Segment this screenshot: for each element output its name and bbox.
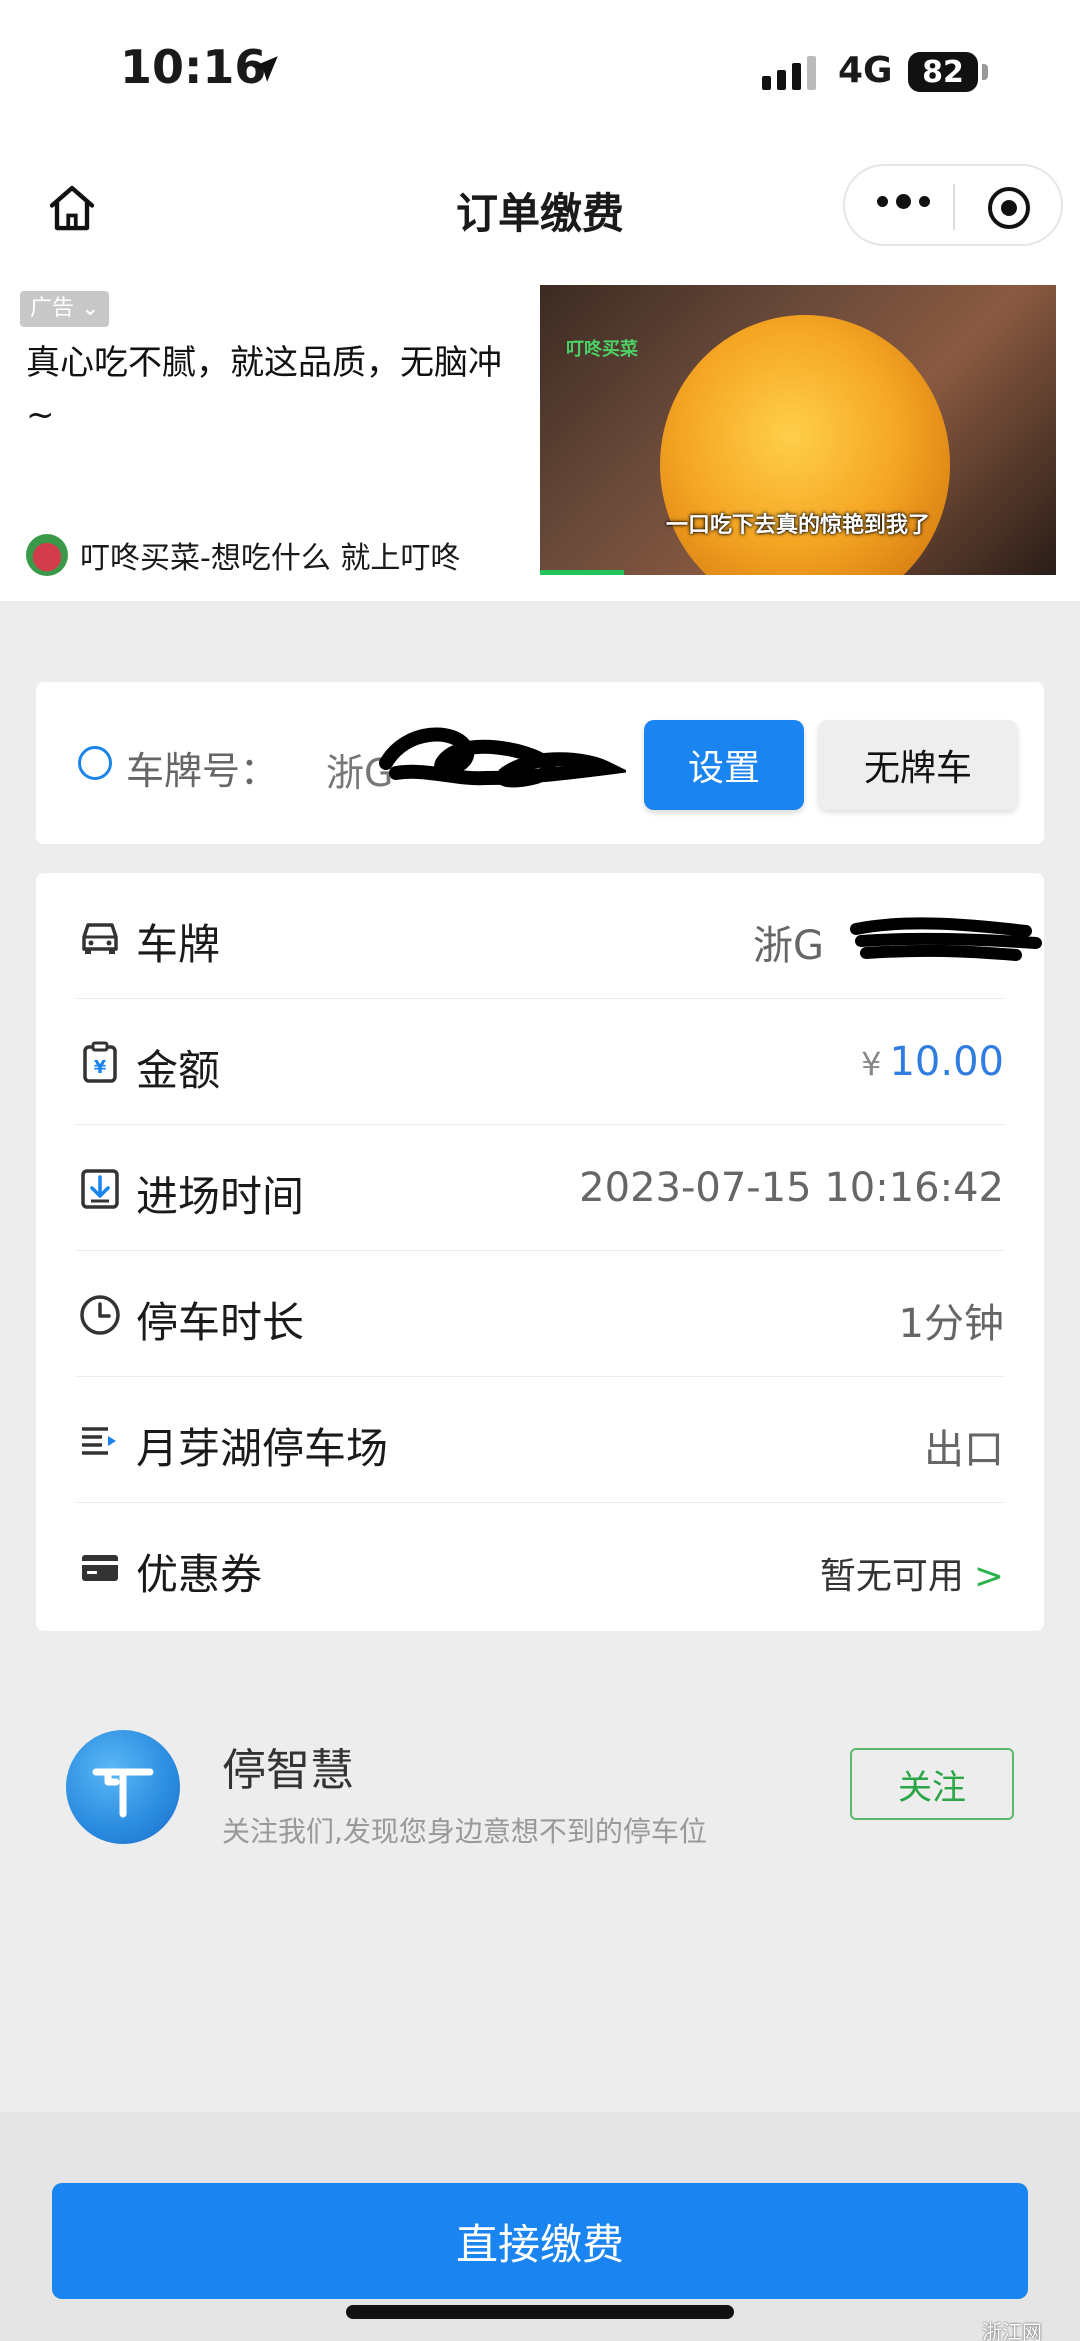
list-icon — [82, 1427, 116, 1455]
ad-banner[interactable]: 广告 ⌄ 真心吃不腻，就这品质，无脑冲~ 叮咚买菜-想吃什么 就上叮咚 叮咚买菜… — [0, 285, 1080, 601]
follow-section: 停智慧 关注我们,发现您身边意想不到的停车位 关注 — [0, 1700, 1080, 1900]
ad-brand-name: 叮咚买菜-想吃什么 就上叮咚 — [80, 541, 461, 576]
row-plate: 车牌 浙G — [76, 873, 1042, 999]
signal-icon — [762, 56, 816, 90]
set-button[interactable]: 设置 — [644, 720, 804, 810]
row-coupon-label: 优惠券 — [136, 1550, 263, 1599]
plate-radio[interactable] — [78, 746, 112, 780]
plate-card: 车牌号： 浙G 设置 无牌车 — [36, 682, 1044, 844]
row-coupon-value[interactable]: 暂无可用 > — [820, 1547, 1004, 1599]
follow-name: 停智慧 — [222, 1745, 354, 1796]
mini-program-capsule — [843, 164, 1063, 246]
video-progress — [540, 570, 624, 575]
tingzhihui-logo — [66, 1730, 180, 1844]
ad-image-logo: 叮咚买菜 — [566, 339, 638, 360]
chevron-right-icon: > — [973, 1556, 1004, 1597]
row-parking-lot: 月芽湖停车场 出口 — [76, 1377, 1004, 1503]
logo-glyph-icon — [92, 1768, 154, 1818]
redaction-scribble — [379, 727, 626, 788]
row-amount-value: ¥10.00 — [861, 1039, 1004, 1085]
follow-button[interactable]: 关注 — [850, 1748, 1014, 1820]
ad-badge[interactable]: 广告 ⌄ — [20, 291, 110, 327]
battery-icon: 82 — [908, 52, 978, 92]
row-parking-lot-value: 出口 — [924, 1427, 1004, 1473]
pay-button[interactable]: 直接缴费 — [52, 2183, 1028, 2299]
ad-brand[interactable]: 叮咚买菜-想吃什么 就上叮咚 — [26, 533, 460, 577]
status-bar: 10:16 4G 82 — [0, 0, 1080, 150]
amount-number: 10.00 — [889, 1039, 1004, 1085]
ad-badge-label: 广告 — [30, 296, 75, 321]
plate-label: 车牌号： — [126, 749, 279, 793]
row-entry-time-value: 2023-07-15 10:16:42 — [579, 1165, 1004, 1211]
row-plate-label: 车牌 — [136, 920, 221, 969]
battery-level: 82 — [922, 54, 964, 90]
ad-image-caption: 一口吃下去真的惊艳到我了 — [665, 513, 930, 538]
ad-image[interactable]: 叮咚买菜 一口吃下去真的惊艳到我了 — [540, 285, 1056, 575]
capsule-divider — [953, 184, 955, 230]
more-icon[interactable] — [877, 194, 930, 209]
amount-icon: ¥ — [83, 1041, 117, 1083]
ad-text: 真心吃不腻，就这品质，无脑冲~ — [26, 343, 502, 435]
row-entry-time-label: 进场时间 — [136, 1172, 305, 1221]
battery-tip — [982, 64, 988, 80]
row-coupon[interactable]: 优惠券 暂无可用 > — [76, 1503, 1004, 1629]
coupon-card-icon — [82, 1555, 118, 1581]
nav-bar: 订单缴费 — [0, 150, 1080, 285]
order-info-card: 车牌 浙G ¥ 金额 ¥10.00 进场时间 2023-07-15 10:16:… — [36, 873, 1044, 1631]
follow-description: 关注我们,发现您身边意想不到的停车位 — [222, 1815, 707, 1848]
row-duration: 停车时长 1分钟 — [76, 1251, 1004, 1377]
clock-icon — [80, 1295, 120, 1335]
close-miniprogram-icon[interactable] — [985, 184, 1033, 232]
redaction-scribble — [850, 917, 1042, 961]
svg-text:¥: ¥ — [94, 1057, 107, 1078]
brand-logo-icon — [26, 534, 68, 576]
row-duration-value: 1分钟 — [898, 1301, 1004, 1347]
row-plate-value: 浙G — [753, 923, 824, 969]
entry-download-icon — [81, 1169, 119, 1209]
row-duration-label: 停车时长 — [136, 1298, 305, 1347]
row-amount-label: 金额 — [136, 1046, 221, 1095]
row-entry-time: 进场时间 2023-07-15 10:16:42 — [76, 1125, 1004, 1251]
watermark: 浙江网 — [982, 2320, 1042, 2341]
row-amount: ¥ 金额 ¥10.00 — [76, 999, 1004, 1125]
row-parking-lot-label: 月芽湖停车场 — [136, 1424, 389, 1473]
coupon-status: 暂无可用 — [819, 1556, 964, 1597]
car-icon — [82, 923, 118, 954]
no-plate-button[interactable]: 无牌车 — [818, 720, 1018, 810]
home-indicator[interactable] — [346, 2305, 734, 2319]
status-time: 10:16 — [120, 40, 267, 94]
network-type: 4G — [838, 50, 893, 91]
location-arrow-icon — [252, 56, 278, 82]
currency-symbol: ¥ — [861, 1045, 882, 1083]
